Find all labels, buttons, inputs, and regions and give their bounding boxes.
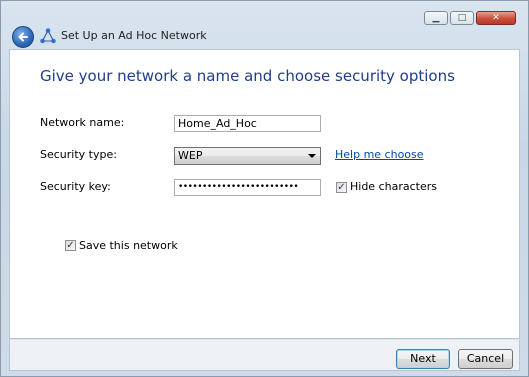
page-title: Give your network a name and choose secu… — [40, 67, 455, 85]
maximize-icon: □ — [457, 13, 467, 23]
content-panel: Give your network a name and choose secu… — [9, 49, 520, 339]
save-network-label: Save this network — [79, 239, 178, 252]
wizard-window: ▁ □ ✕ Set Up an Ad Hoc Network Give your… — [0, 0, 529, 377]
network-name-label: Network name: — [40, 116, 125, 129]
close-button[interactable]: ✕ — [476, 11, 516, 25]
security-type-label: Security type: — [40, 148, 117, 161]
network-icon — [40, 28, 56, 44]
hide-characters-checkbox[interactable] — [336, 182, 347, 193]
title-bar: ▁ □ ✕ Set Up an Ad Hoc Network — [7, 7, 522, 49]
back-button[interactable] — [12, 26, 34, 48]
next-button[interactable]: Next — [396, 349, 450, 369]
minimize-button[interactable]: ▁ — [424, 11, 448, 25]
window-controls: ▁ □ ✕ — [424, 11, 516, 25]
security-type-value: WEP — [178, 149, 203, 162]
help-me-choose-link[interactable]: Help me choose — [335, 148, 424, 161]
back-arrow-icon — [18, 32, 28, 42]
network-name-input[interactable]: Home_Ad_Hoc — [174, 115, 321, 132]
hide-characters-label: Hide characters — [350, 180, 437, 193]
wizard-footer: Next Cancel — [9, 339, 520, 371]
chevron-down-icon — [308, 154, 316, 158]
cancel-button[interactable]: Cancel — [458, 349, 513, 369]
security-type-select[interactable]: WEP — [174, 147, 321, 165]
security-key-label: Security key: — [40, 180, 111, 193]
minimize-icon: ▁ — [432, 13, 440, 23]
window-title: Set Up an Ad Hoc Network — [61, 29, 207, 42]
save-network-checkbox[interactable] — [65, 240, 76, 251]
close-icon: ✕ — [492, 13, 500, 23]
security-key-input[interactable]: ••••••••••••••••••••••••• — [174, 179, 321, 196]
maximize-button[interactable]: □ — [450, 11, 474, 25]
